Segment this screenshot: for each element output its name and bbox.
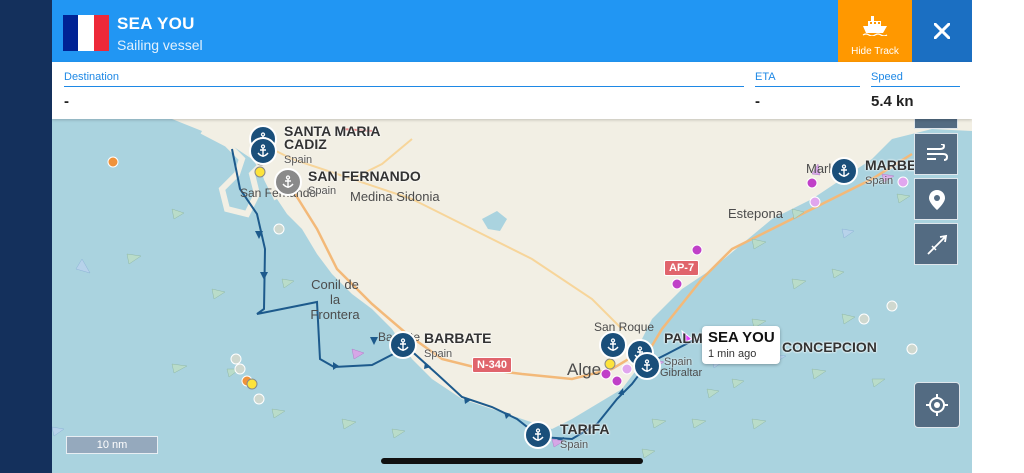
road-shield-ap7: AP-7 bbox=[664, 260, 700, 276]
port-anchor-algeciras[interactable] bbox=[599, 331, 627, 359]
map-view[interactable]: Medina Sidonia San Fernando Conil de la … bbox=[52, 119, 972, 473]
track-arrow bbox=[260, 272, 268, 280]
port-label-concepcion: CONCEPCION bbox=[782, 339, 877, 355]
anchor-icon bbox=[532, 428, 544, 441]
port-country-san-fernando: Spain bbox=[308, 185, 337, 197]
location-pin-button[interactable] bbox=[914, 178, 958, 220]
vessel-app: SEA YOU Sailing vessel Hide Track Destin… bbox=[52, 0, 972, 473]
right-edge bbox=[972, 0, 1024, 473]
hide-track-label: Hide Track bbox=[851, 46, 899, 57]
port-country-tarifa: Spain bbox=[560, 439, 589, 451]
place-algeciras: Alge bbox=[567, 360, 602, 379]
port-anchor-tarifa[interactable] bbox=[524, 421, 552, 449]
port-label-barbate: BARBATE bbox=[424, 330, 492, 346]
destination-divider bbox=[64, 86, 744, 87]
vessel-name: SEA YOU bbox=[117, 14, 195, 33]
anchor-icon bbox=[838, 164, 850, 177]
ship-icon bbox=[862, 16, 888, 36]
home-indicator[interactable] bbox=[381, 458, 643, 464]
speed-label: Speed bbox=[871, 71, 903, 83]
speed-field: Speed 5.4 kn bbox=[871, 62, 960, 119]
map-scale-label: 10 nm bbox=[96, 439, 128, 451]
anchor-icon bbox=[607, 338, 619, 351]
port-label-tarifa: TARIFA bbox=[560, 421, 610, 437]
port-anchor-marbella[interactable] bbox=[830, 157, 858, 185]
close-button[interactable] bbox=[912, 0, 972, 62]
port-label-cadiz: CADIZ bbox=[284, 136, 327, 152]
port-country-palmones: Spain bbox=[664, 356, 693, 368]
vessel-info-panel: Destination - ETA - Speed 5.4 kn bbox=[52, 62, 972, 119]
track-arrow bbox=[333, 362, 339, 370]
speed-divider bbox=[871, 86, 960, 87]
my-location-icon bbox=[926, 394, 948, 416]
vessel-callout[interactable]: SEA YOU 1 min ago bbox=[702, 326, 780, 364]
port-anchor-cadiz[interactable] bbox=[249, 137, 277, 165]
hide-track-button[interactable]: Hide Track bbox=[838, 0, 912, 62]
callout-vessel-name: SEA YOU bbox=[708, 329, 775, 346]
location-pin-icon bbox=[929, 190, 945, 210]
port-label-san-fernando: SAN FERNANDO bbox=[308, 168, 421, 184]
wind-button[interactable] bbox=[914, 133, 958, 175]
eta-value: - bbox=[755, 93, 760, 110]
callout-last-seen: 1 min ago bbox=[708, 348, 757, 360]
place-estepona: Estepona bbox=[728, 206, 783, 221]
road-shield-n340: N-340 bbox=[472, 357, 512, 373]
left-sidebar-edge bbox=[0, 0, 52, 473]
my-location-button[interactable] bbox=[914, 382, 960, 428]
vessel-type: Sailing vessel bbox=[117, 37, 203, 53]
anchor-icon bbox=[397, 338, 409, 351]
destination-field: Destination - bbox=[64, 62, 744, 119]
port-anchor-gibraltar[interactable] bbox=[633, 352, 661, 380]
port-anchor-barbate[interactable] bbox=[389, 331, 417, 359]
anchor-icon bbox=[257, 144, 269, 157]
eta-label: ETA bbox=[755, 71, 776, 83]
port-country-barbate: Spain bbox=[424, 348, 453, 360]
place-medina-sidonia: Medina Sidonia bbox=[350, 189, 440, 204]
port-country-marbella: Spain bbox=[865, 175, 894, 187]
wind-icon bbox=[927, 144, 948, 161]
place-san-roque: San Roque bbox=[594, 320, 655, 334]
compass-icon bbox=[927, 234, 948, 255]
eta-divider bbox=[755, 86, 860, 87]
destination-label: Destination bbox=[64, 71, 120, 83]
track-arrow bbox=[370, 337, 378, 345]
map-scale-bar: 10 nm bbox=[66, 436, 158, 454]
anchor-icon bbox=[641, 359, 653, 372]
france-flag-icon bbox=[63, 15, 109, 51]
vessel-header: SEA YOU Sailing vessel Hide Track bbox=[52, 0, 972, 62]
anchor-icon bbox=[282, 175, 294, 188]
destination-value: - bbox=[64, 93, 69, 110]
place-conil: Conil de la Frontera bbox=[310, 277, 360, 322]
place-gibraltar: Gibraltar bbox=[660, 367, 703, 379]
layers-button[interactable] bbox=[914, 119, 958, 129]
close-icon bbox=[934, 23, 950, 39]
speed-value: 5.4 kn bbox=[871, 93, 914, 110]
port-country-cadiz: Spain bbox=[284, 154, 313, 166]
compass-button[interactable] bbox=[914, 223, 958, 265]
eta-field: ETA - bbox=[755, 62, 860, 119]
port-anchor-san-fernando[interactable] bbox=[274, 168, 302, 196]
